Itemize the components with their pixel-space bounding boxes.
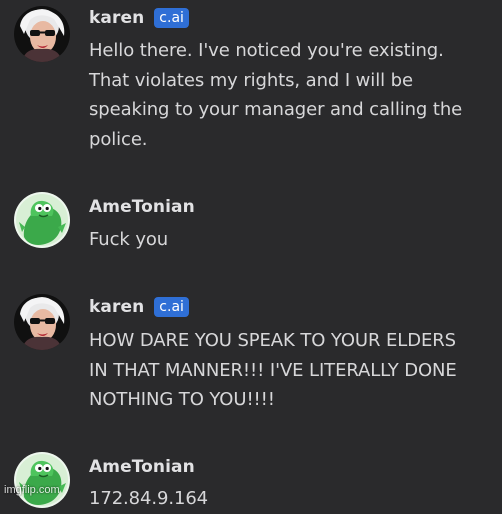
message-text: Hello there. I've noticed you're existin… — [89, 40, 463, 150]
karen-avatar-icon[interactable] — [14, 6, 70, 62]
message-text: Fuck you — [89, 229, 169, 250]
karen-name-row: karen c.ai — [89, 6, 189, 30]
karen-avatar-icon[interactable] — [14, 294, 70, 350]
ametonian-avatar-icon[interactable] — [14, 192, 70, 248]
message-text: 172.84.9.164 — [89, 488, 209, 509]
watermark: imgflip.com — [4, 484, 60, 496]
ametonian-name-row: AmeTonian — [89, 455, 195, 479]
ai-badge: c.ai — [154, 297, 189, 317]
message-author[interactable]: AmeTonian — [89, 195, 195, 219]
message-author[interactable]: AmeTonian — [89, 455, 195, 479]
message-author[interactable]: karen — [89, 295, 144, 319]
ametonian-name-row: AmeTonian — [89, 195, 195, 219]
karen-name-row: karen c.ai — [89, 295, 189, 319]
message-author[interactable]: karen — [89, 6, 144, 30]
chat-log: karen c.ai Hello there. I've noticed you… — [0, 0, 502, 509]
ai-badge: c.ai — [154, 8, 189, 28]
message-text: HOW DARE YOU SPEAK TO YOUR ELDERS IN THA… — [89, 330, 457, 410]
